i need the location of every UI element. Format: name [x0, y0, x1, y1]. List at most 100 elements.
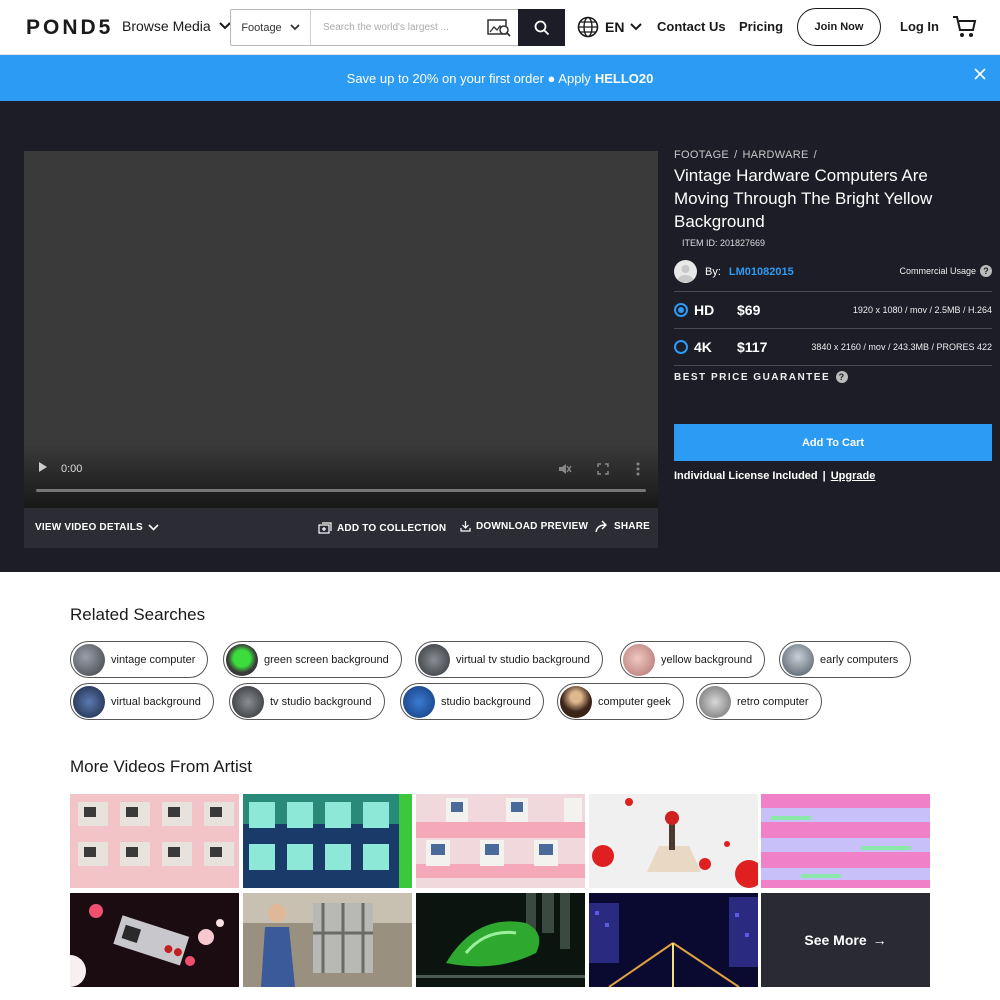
- radio-unselected-icon[interactable]: [674, 340, 688, 354]
- video-thumbnail[interactable]: [243, 794, 412, 888]
- share-icon: [595, 520, 607, 533]
- site-logo[interactable]: POND5: [26, 16, 113, 40]
- chevron-down-icon: [148, 524, 159, 531]
- video-thumbnail[interactable]: [70, 794, 239, 888]
- download-preview-button[interactable]: DOWNLOAD PREVIEW: [460, 520, 588, 532]
- breadcrumb-separator: /: [813, 149, 817, 161]
- video-thumbnail[interactable]: [589, 893, 758, 987]
- chip-thumbnail: [232, 685, 264, 718]
- upgrade-link[interactable]: Upgrade: [831, 470, 876, 482]
- play-icon[interactable]: [38, 461, 48, 473]
- related-chip[interactable]: green screen background: [223, 641, 402, 678]
- site-header: POND5 Browse Media Footage EN Contact Us…: [0, 0, 1000, 55]
- download-preview-label: DOWNLOAD PREVIEW: [476, 520, 589, 532]
- add-to-collection-button[interactable]: ADD TO COLLECTION: [318, 522, 446, 534]
- video-thumbnail[interactable]: [589, 794, 758, 888]
- chip-thumbnail: [560, 685, 592, 718]
- video-progress-bar[interactable]: [36, 489, 646, 492]
- share-button[interactable]: SHARE: [595, 520, 650, 533]
- promo-text: Save up to 20% on your first order ● App…: [346, 70, 591, 86]
- video-player[interactable]: 0:00: [24, 151, 658, 508]
- add-collection-icon: [318, 522, 332, 534]
- product-hero: 0:00 VIEW VIDEO DETAILS ADD TO COLLECTIO…: [0, 101, 1000, 572]
- related-chip[interactable]: yellow background: [620, 641, 766, 678]
- breadcrumb-footage[interactable]: FOOTAGE: [674, 149, 729, 161]
- best-price-guarantee[interactable]: BEST PRICE GUARANTEE ?: [674, 371, 849, 383]
- add-to-cart-button[interactable]: Add To Cart: [674, 424, 992, 461]
- resolution-label: HD: [694, 302, 715, 318]
- price-label: $117: [737, 339, 768, 355]
- price-option-4k[interactable]: 4K $117 3840 x 2160 / mov / 243.3MB / PR…: [674, 337, 992, 357]
- browse-media-menu[interactable]: Browse Media: [122, 18, 231, 34]
- search-icon: [534, 20, 549, 35]
- pricing-link[interactable]: Pricing: [739, 19, 783, 34]
- by-label: By:: [705, 265, 721, 278]
- chip-label: tv studio background: [270, 695, 372, 708]
- see-more-label: See More: [804, 932, 867, 948]
- price-option-hd[interactable]: HD $69 1920 x 1080 / mov / 2.5MB / H.264: [674, 300, 992, 320]
- divider: [674, 365, 992, 366]
- search-type-label: Footage: [241, 21, 282, 34]
- help-icon[interactable]: ?: [836, 371, 849, 383]
- view-video-details-button[interactable]: VIEW VIDEO DETAILS: [35, 522, 159, 533]
- thumbnail-image: [416, 794, 585, 888]
- fullscreen-icon[interactable]: [597, 463, 609, 475]
- clip-title: Vintage Hardware Computers Are Moving Th…: [674, 166, 933, 231]
- related-chip[interactable]: computer geek: [557, 683, 684, 720]
- search-type-select[interactable]: Footage: [231, 10, 311, 45]
- chip-label: vintage computer: [111, 653, 196, 666]
- breadcrumb: FOOTAGE / HARDWARE /: [674, 149, 822, 161]
- spec-label: 1920 x 1080 / mov / 2.5MB / H.264: [852, 305, 992, 315]
- spec-label: 3840 x 2160 / mov / 243.3MB / PRORES 422: [811, 342, 992, 352]
- video-thumbnail[interactable]: [761, 794, 930, 888]
- more-options-icon[interactable]: [636, 462, 640, 476]
- join-now-button[interactable]: Join Now: [797, 8, 881, 46]
- contact-us-link[interactable]: Contact Us: [657, 19, 726, 34]
- related-chip[interactable]: virtual tv studio background: [415, 641, 603, 678]
- best-price-label: BEST PRICE GUARANTEE: [674, 371, 831, 383]
- video-thumbnail[interactable]: [416, 794, 585, 888]
- search-button[interactable]: [518, 9, 565, 46]
- visual-search-button[interactable]: [480, 10, 518, 45]
- related-chip[interactable]: virtual background: [70, 683, 214, 720]
- divider: [674, 328, 992, 329]
- related-chip[interactable]: retro computer: [696, 683, 822, 720]
- resolution-label: 4K: [694, 339, 712, 355]
- globe-icon: [577, 16, 599, 38]
- related-chip[interactable]: tv studio background: [229, 683, 385, 720]
- license-separator: |: [822, 470, 826, 482]
- radio-selected-icon[interactable]: [674, 303, 688, 317]
- related-chip[interactable]: vintage computer: [70, 641, 209, 678]
- cart-button[interactable]: [952, 15, 977, 44]
- author-link[interactable]: LM01082015: [729, 266, 794, 278]
- video-thumbnail[interactable]: [416, 893, 585, 987]
- chevron-down-icon: [630, 23, 643, 31]
- chip-label: retro computer: [737, 695, 809, 708]
- commercial-usage[interactable]: Commercial Usage ?: [899, 265, 992, 277]
- close-icon[interactable]: [974, 68, 986, 80]
- breadcrumb-hardware[interactable]: HARDWARE: [742, 149, 808, 161]
- chip-thumbnail: [226, 643, 258, 676]
- related-chip[interactable]: early computers: [779, 641, 912, 678]
- avatar[interactable]: [674, 260, 697, 283]
- video-actions-bar: VIEW VIDEO DETAILS ADD TO COLLECTION DOW…: [24, 508, 658, 548]
- divider: [674, 291, 992, 292]
- video-thumbnail[interactable]: [243, 893, 412, 987]
- thumbnail-image: [761, 794, 930, 888]
- related-searches-title: Related Searches: [70, 605, 206, 624]
- author-row: By: LM01082015: [674, 260, 794, 283]
- download-icon: [460, 521, 471, 532]
- language-select[interactable]: EN: [577, 16, 643, 38]
- help-icon[interactable]: ?: [980, 265, 992, 277]
- search-input[interactable]: [311, 10, 480, 45]
- chip-thumbnail: [73, 643, 105, 676]
- license-info: Individual License Included | Upgrade: [674, 470, 875, 482]
- video-thumbnail[interactable]: [70, 893, 239, 987]
- thumbnail-image: [70, 794, 239, 888]
- mute-icon[interactable]: [558, 462, 572, 476]
- chip-thumbnail: [699, 685, 731, 718]
- chip-label: virtual tv studio background: [456, 653, 590, 666]
- login-link[interactable]: Log In: [900, 19, 939, 34]
- see-more-button[interactable]: See More →: [761, 893, 930, 987]
- related-chip[interactable]: studio background: [400, 683, 544, 720]
